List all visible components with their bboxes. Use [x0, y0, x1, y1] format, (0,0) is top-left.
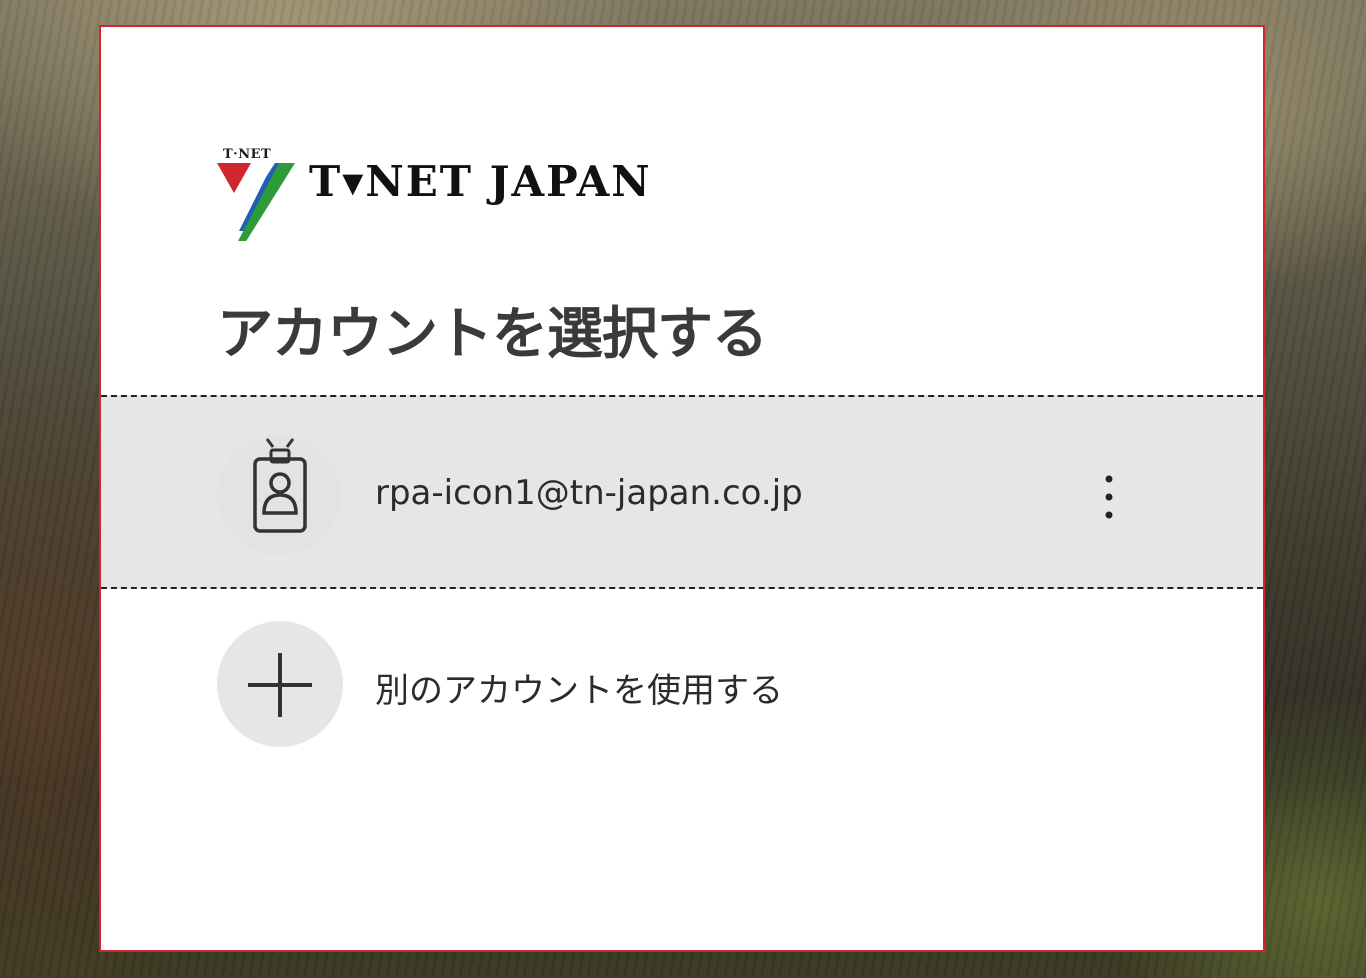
- account-picker-card: T·NET T▾NET JAPAN アカウントを選択する rpa-icon1@t…: [99, 25, 1265, 952]
- use-another-account-label: 別のアカウントを使用する: [375, 671, 783, 711]
- plus-icon: [248, 653, 312, 717]
- tnet-japan-logo: T·NET T▾NET JAPAN: [217, 147, 667, 241]
- account-email: rpa-icon1@tn-japan.co.jp: [375, 473, 803, 513]
- vertical-ellipsis-icon: [1105, 475, 1113, 519]
- page-title: アカウントを選択する: [217, 302, 768, 367]
- more-options-button[interactable]: [1089, 469, 1129, 525]
- logo-mark-icon: [217, 163, 295, 241]
- account-tile[interactable]: rpa-icon1@tn-japan.co.jp: [101, 395, 1263, 589]
- badge-person-icon: [253, 438, 307, 533]
- add-account-circle: [217, 621, 343, 747]
- account-avatar: [217, 435, 341, 555]
- logo-small-text: T·NET: [223, 147, 272, 162]
- logo-wordmark: T▾NET JAPAN: [309, 157, 652, 206]
- use-another-account-button[interactable]: 別のアカウントを使用する: [101, 607, 1263, 757]
